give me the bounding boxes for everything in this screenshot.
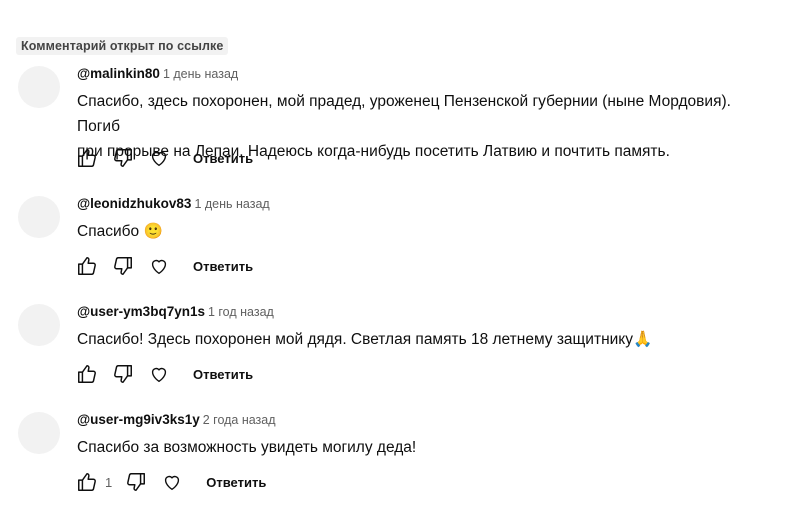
comment-time[interactable]: 1 день назад [194,197,269,211]
comment-time[interactable]: 1 день назад [163,67,238,81]
comment-text-wrap: Спасибо 🙂 [77,219,777,244]
dislike-button[interactable] [124,470,148,494]
comment-header: @malinkin80 1 день назад [77,66,238,81]
dislike-button[interactable] [111,146,135,170]
heart-icon [151,367,167,383]
like-button[interactable] [75,362,99,386]
heart-button[interactable] [147,146,171,170]
comment-actions: 1 Ответить [75,470,266,494]
heart-icon [151,259,167,275]
like-button[interactable] [75,470,99,494]
thumb-down-icon [127,473,146,491]
comment-author[interactable]: @leonidzhukov83 [77,196,191,211]
comment-header: @user-mg9iv3ks1y 2 года назад [77,412,276,427]
linked-comment-badge: Комментарий открыт по ссылке [16,37,229,55]
heart-button[interactable] [147,362,171,386]
comment-author[interactable]: @user-ym3bq7yn1s [77,304,205,319]
comment-text: Спасибо за возможность увидеть могилу де… [77,439,417,456]
comment-time[interactable]: 1 год назад [208,305,274,319]
heart-icon [151,151,167,167]
thumb-up-icon [78,473,96,491]
like-button[interactable] [75,254,99,278]
reply-button[interactable]: Ответить [206,475,266,490]
reply-button[interactable]: Ответить [193,151,253,166]
dislike-button[interactable] [111,362,135,386]
comment-text: Спасибо! Здесь похоронен мой дядя. Светл… [77,331,633,348]
heart-icon [165,475,180,491]
comment-text: Спасибо [77,223,140,240]
avatar[interactable] [18,196,60,238]
thumb-down-icon [114,365,132,383]
comment-actions: Ответить [75,362,253,386]
comment-author[interactable]: @malinkin80 [77,66,160,81]
thumb-down-icon [114,149,132,167]
reply-button[interactable]: Ответить [193,259,253,274]
like-count: 1 [105,474,113,490]
dislike-button[interactable] [111,254,135,278]
avatar[interactable] [18,66,60,108]
comment-author[interactable]: @user-mg9iv3ks1y [77,412,200,427]
comment-header: @leonidzhukov83 1 день назад [77,196,270,211]
avatar[interactable] [18,304,60,346]
thumb-up-icon [78,149,96,167]
comment-time[interactable]: 2 года назад [203,413,276,427]
heart-button[interactable] [160,470,184,494]
comment-actions: Ответить [75,146,253,170]
folded-hands-emoji: 🙏 [633,330,653,348]
thumb-up-icon [78,365,96,383]
comment-header: @user-ym3bq7yn1s 1 год назад [77,304,274,319]
heart-button[interactable] [147,254,171,278]
thumb-down-icon [114,257,132,275]
like-button[interactable] [75,146,99,170]
avatar[interactable] [18,412,60,454]
reply-button[interactable]: Ответить [193,367,253,382]
comment-actions: Ответить [75,254,253,278]
slightly-smiling-face-emoji: 🙂 [143,222,163,240]
comment-text-wrap: Спасибо! Здесь похоронен мой дядя. Светл… [77,327,777,352]
thumb-up-icon [78,257,96,275]
